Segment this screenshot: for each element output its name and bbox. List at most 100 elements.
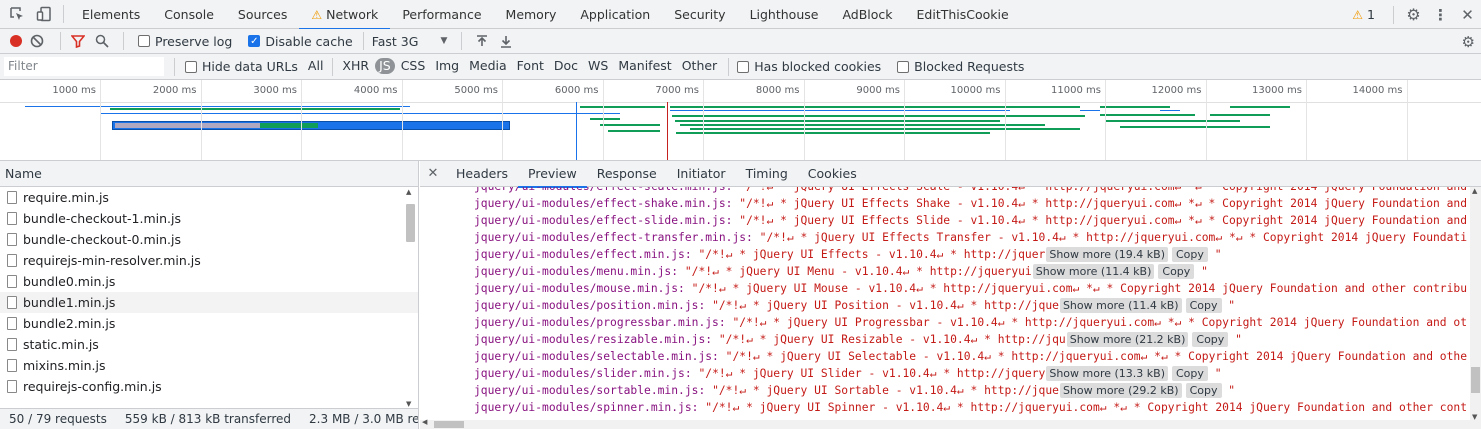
network-overview-timeline[interactable]: 1000 ms 2000 ms 3000 ms 4000 ms 5000 ms 6000 … <box>0 80 1481 161</box>
request-row[interactable]: mixins.min.js <box>0 355 418 376</box>
preview-horizontal-scrollbar[interactable]: ◀ <box>420 418 1470 429</box>
scroll-up-arrow-icon[interactable]: ▲ <box>1472 187 1477 195</box>
timeline-gridline <box>1105 80 1106 160</box>
close-icon[interactable]: ✕ <box>1454 0 1481 29</box>
request-list: require.min.js bundle-checkout-1.min.js bu… <box>0 187 418 397</box>
import-har-icon[interactable] <box>476 34 488 48</box>
checkbox-box[interactable] <box>897 60 910 73</box>
checkbox-checked[interactable]: ✓ <box>248 35 261 47</box>
export-har-icon[interactable] <box>500 35 512 48</box>
blocked-requests-checkbox[interactable]: Blocked Requests <box>897 59 1024 74</box>
scroll-left-arrow-icon[interactable]: ◀ <box>422 418 427 426</box>
timeline-tick-label: 5000 ms <box>454 85 498 96</box>
show-more-button[interactable]: Show more (11.4 kB) <box>1059 298 1182 313</box>
copy-button[interactable]: Copy <box>1158 264 1195 279</box>
detail-tab-timing[interactable]: Timing <box>736 161 798 187</box>
filter-type-doc[interactable]: Doc <box>550 58 582 74</box>
detail-tab-response[interactable]: Response <box>587 161 667 187</box>
tab-adblock[interactable]: AdBlock <box>830 0 904 29</box>
detail-tab-cookies[interactable]: Cookies <box>798 161 867 187</box>
more-options-icon[interactable]: ⋮ <box>1427 0 1454 29</box>
blocked-cookies-checkbox[interactable]: Has blocked cookies <box>737 59 881 74</box>
issues-count[interactable]: 1 <box>1367 7 1375 22</box>
filter-icon[interactable] <box>71 34 85 48</box>
copy-button[interactable]: Copy <box>1172 366 1208 381</box>
tab-editthiscookie[interactable]: EditThisCookie <box>905 0 1021 29</box>
show-more-button[interactable]: Show more (29.2 kB) <box>1059 383 1182 398</box>
show-more-button[interactable]: Show more (13.3 kB) <box>1046 366 1168 381</box>
tab-application[interactable]: Application <box>568 0 662 29</box>
tab-performance[interactable]: Performance <box>390 0 493 29</box>
filter-input[interactable]: Filter <box>4 57 164 76</box>
filter-type-ws[interactable]: WS <box>584 58 612 74</box>
filter-type-font[interactable]: Font <box>513 58 548 74</box>
request-row[interactable]: requirejs-min-resolver.min.js <box>0 250 418 271</box>
record-button[interactable] <box>10 35 22 47</box>
json-string-value: "/*!↵ * jQuery UI Progressbar - v1.10.4↵… <box>732 316 1467 329</box>
tab-lighthouse[interactable]: Lighthouse <box>738 0 831 29</box>
name-column-header[interactable]: Name <box>0 161 418 187</box>
filter-type-img[interactable]: Img <box>431 58 463 74</box>
request-row[interactable]: require.min.js <box>0 187 418 208</box>
filter-type-other[interactable]: Other <box>678 58 722 74</box>
checkbox-box[interactable] <box>737 60 750 73</box>
tab-console[interactable]: Console <box>152 0 226 29</box>
scrollbar-thumb[interactable] <box>1471 367 1480 393</box>
filter-type-media[interactable]: Media <box>465 58 511 74</box>
preserve-log-checkbox[interactable]: Preserve log <box>138 34 232 49</box>
disable-cache-checkbox[interactable]: ✓ Disable cache <box>248 34 353 49</box>
filter-type-js[interactable]: JS <box>375 57 395 74</box>
request-row[interactable]: static.min.js <box>0 334 418 355</box>
copy-button[interactable]: Copy <box>1192 332 1229 347</box>
request-row[interactable]: bundle2.min.js <box>0 313 418 334</box>
filter-type-css[interactable]: CSS <box>397 58 430 74</box>
file-icon <box>7 212 17 225</box>
scrollbar-thumb[interactable] <box>406 204 415 242</box>
copy-button[interactable]: Copy <box>1172 247 1208 262</box>
network-settings-gear-icon[interactable]: ⚙ <box>1462 33 1475 51</box>
checkbox-box[interactable] <box>138 35 150 47</box>
request-row[interactable]: bundle1.min.js <box>0 292 418 313</box>
tab-elements[interactable]: Elements <box>70 0 152 29</box>
preview-json-line: jquery/ui-modules/menu.min.js: "/*!↵ * j… <box>474 263 1467 280</box>
throttling-select[interactable]: Fast 3G ▼ <box>372 34 448 49</box>
show-more-button[interactable]: Show more (11.4 kB) <box>1032 264 1155 279</box>
request-row[interactable]: bundle-checkout-0.min.js <box>0 229 418 250</box>
filter-type-manifest[interactable]: Manifest <box>614 58 675 74</box>
preview-vertical-scrollbar[interactable]: ▲ ▼ <box>1470 187 1481 429</box>
detail-tab-headers[interactable]: Headers <box>446 161 518 187</box>
closing-quote: " <box>1194 265 1208 278</box>
detail-tab-initiator[interactable]: Initiator <box>667 161 736 187</box>
scroll-down-arrow-icon[interactable]: ▼ <box>1472 413 1477 421</box>
preview-json-line: jquery/ui-modules/resizable.min.js: "/*!… <box>474 331 1467 348</box>
hide-data-urls-checkbox[interactable]: Hide data URLs <box>185 59 298 74</box>
show-more-button[interactable]: Show more (19.4 kB) <box>1046 247 1168 262</box>
tab-memory[interactable]: Memory <box>494 0 569 29</box>
filter-type-xhr[interactable]: XHR <box>338 58 373 74</box>
request-list-scrollbar[interactable]: ▲ ▼ <box>405 188 415 408</box>
filter-type-all[interactable]: All <box>304 58 328 74</box>
request-row[interactable]: requirejs-config.min.js <box>0 376 418 397</box>
json-key: jquery/ui-modules/effect-transfer.min.js… <box>474 231 753 244</box>
file-icon <box>7 380 17 393</box>
scrollbar-thumb[interactable] <box>434 421 464 428</box>
close-detail-icon[interactable]: ✕ <box>420 166 446 181</box>
show-more-button[interactable]: Show more (21.2 kB) <box>1066 332 1189 347</box>
request-row[interactable]: bundle0.min.js <box>0 271 418 292</box>
settings-gear-icon[interactable]: ⚙ <box>1400 0 1427 29</box>
scroll-down-arrow-icon[interactable]: ▼ <box>406 400 411 408</box>
copy-button[interactable]: Copy <box>1185 383 1222 398</box>
request-row[interactable]: bundle-checkout-1.min.js <box>0 208 418 229</box>
inspect-element-icon[interactable] <box>3 0 30 29</box>
search-icon[interactable] <box>95 34 109 48</box>
tab-security[interactable]: Security <box>662 0 737 29</box>
scroll-up-arrow-icon[interactable]: ▲ <box>406 188 411 196</box>
detail-tab-preview[interactable]: Preview <box>518 161 587 188</box>
checkbox-box[interactable] <box>185 60 197 73</box>
tab-network[interactable]: ⚠ Network <box>299 0 391 30</box>
clear-icon[interactable] <box>30 34 44 48</box>
timeline-bar <box>670 110 1010 111</box>
tab-sources[interactable]: Sources <box>226 0 299 29</box>
copy-button[interactable]: Copy <box>1185 298 1222 313</box>
device-toolbar-icon[interactable] <box>30 0 57 29</box>
